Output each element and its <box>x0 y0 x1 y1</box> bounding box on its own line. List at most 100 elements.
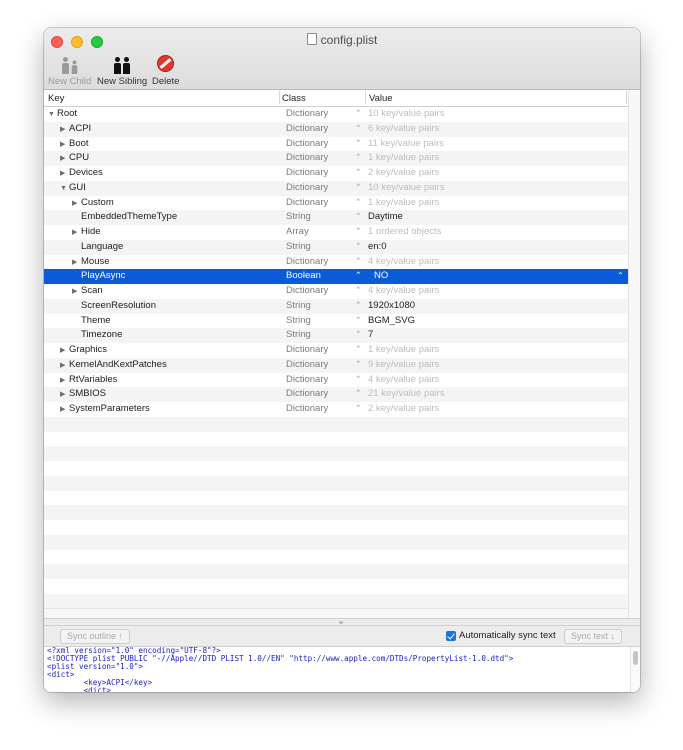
disclosure-triangle-closed-icon[interactable]: ▶ <box>60 359 69 374</box>
row-value: 2 key/value pairs <box>368 167 440 178</box>
new-child-button[interactable]: New Child <box>48 52 91 87</box>
xml-text-editor[interactable]: <?xml version="1.0" encoding="UTF-8"?> <!… <box>44 647 630 692</box>
scroll-thumb[interactable] <box>633 651 638 665</box>
row-key: ▶ Hide <box>72 225 101 241</box>
outline-row[interactable]: EmbeddedThemeType String ⌃ Daytime <box>44 210 628 225</box>
disclosure-triangle-closed-icon[interactable]: ▶ <box>60 403 69 418</box>
outline-row[interactable]: ▶ KernelAndKextPatches Dictionary ⌃ 9 key/va… <box>44 357 628 374</box>
outline-row[interactable]: ▶ Mouse Dictionary ⌃ 4 key/value pairs <box>44 255 628 270</box>
row-value[interactable]: en:0 <box>368 240 387 255</box>
disclosure-triangle-closed-icon[interactable]: ▶ <box>72 285 81 300</box>
outline-row[interactable]: ▶ SMBIOS Dictionary ⌃ 21 key/value pairs <box>44 387 628 402</box>
row-class-popup[interactable]: Dictionary <box>286 284 328 299</box>
row-value[interactable]: 1920x1080 <box>368 299 415 314</box>
outline-row[interactable]: ▶ Devices Dictionary ⌃ 2 key/value pairs <box>44 166 628 181</box>
xml-line: <plist version="1.0"> <box>47 662 144 672</box>
outline-row[interactable]: ▶ Scan Dictionary ⌃ 4 key/value pairs <box>44 284 628 299</box>
row-value: 6 key/value pairs <box>368 122 440 134</box>
row-class-popup[interactable]: Dictionary <box>286 122 328 137</box>
disclosure-triangle-closed-icon[interactable]: ▶ <box>60 374 69 389</box>
row-class-popup[interactable]: Dictionary <box>286 402 328 417</box>
delete-button[interactable]: Delete <box>152 52 179 87</box>
split-view-divider[interactable] <box>44 618 640 626</box>
outline-row[interactable]: Timezone String ⌃ 7 <box>44 328 628 343</box>
disclosure-triangle-open-icon[interactable]: ▼ <box>48 108 57 123</box>
row-class-popup[interactable]: Dictionary <box>286 166 328 181</box>
row-value: 1 key/value pairs <box>368 152 440 164</box>
row-class-popup[interactable]: String <box>286 299 311 314</box>
value-column-header[interactable]: Value <box>369 93 393 104</box>
disclosure-triangle-closed-icon[interactable]: ▶ <box>60 152 69 167</box>
outline-row[interactable]: ScreenResolution String ⌃ 1920x1080 <box>44 298 628 314</box>
row-class-popup[interactable]: Dictionary <box>286 387 328 402</box>
disclosure-triangle-closed-icon[interactable]: ▶ <box>72 256 81 271</box>
outline-row[interactable]: ▶ CPU Dictionary ⌃ 1 key/value pairs <box>44 151 628 166</box>
row-class-popup[interactable]: Dictionary <box>286 343 328 358</box>
xml-scrollbar[interactable] <box>630 647 640 692</box>
disclosure-triangle-closed-icon[interactable]: ▶ <box>60 138 69 153</box>
outline-scrollbar[interactable] <box>628 90 640 618</box>
disclosure-triangle-closed-icon[interactable]: ▶ <box>72 197 81 212</box>
disclosure-triangle-open-icon[interactable]: ▼ <box>60 182 69 197</box>
row-key: ▶ SystemParameters <box>60 402 150 418</box>
row-class-popup[interactable]: String <box>286 240 311 255</box>
row-key: EmbeddedThemeType <box>81 211 178 223</box>
disclosure-triangle-closed-icon[interactable]: ▶ <box>60 388 69 403</box>
row-class-popup[interactable]: Dictionary <box>286 255 328 270</box>
outline-row[interactable]: PlayAsync Boolean ⌃ NO ⌃ <box>44 269 628 284</box>
auto-sync-checkbox[interactable] <box>446 631 456 641</box>
row-class-popup[interactable]: Dictionary <box>286 373 328 388</box>
disclosure-triangle-closed-icon[interactable]: ▶ <box>60 344 69 359</box>
value-popup-icon[interactable]: ⌃ <box>617 269 624 284</box>
row-key: ▶ ACPI <box>60 122 91 138</box>
key-column-header[interactable]: Key <box>48 93 64 104</box>
outline-row[interactable]: ▶ Graphics Dictionary ⌃ 1 key/value pairs <box>44 343 628 358</box>
row-class-popup[interactable]: Array <box>286 225 309 240</box>
row-value[interactable]: Daytime <box>368 210 403 225</box>
empty-row <box>44 564 628 579</box>
new-sibling-icon <box>97 52 147 74</box>
row-class-popup[interactable]: String <box>286 328 311 343</box>
empty-row <box>44 550 628 565</box>
row-key: ▶ Graphics <box>60 343 107 359</box>
row-value[interactable]: 7 <box>368 328 373 343</box>
outline-row[interactable]: ▶ Boot Dictionary ⌃ 11 key/value pairs <box>44 137 628 152</box>
row-class-popup[interactable]: Dictionary <box>286 181 328 196</box>
outline-row[interactable]: ▶ SystemParameters Dictionary ⌃ 2 key/value … <box>44 402 628 417</box>
outline-row[interactable]: ▶ RtVariables Dictionary ⌃ 4 key/value pairs <box>44 373 628 388</box>
empty-row <box>44 491 628 506</box>
row-class-popup[interactable]: Dictionary <box>286 358 328 373</box>
row-value: 9 key/value pairs <box>368 358 440 370</box>
row-class-popup[interactable]: String <box>286 210 311 225</box>
row-class-popup[interactable]: Dictionary <box>286 151 328 166</box>
outline-row[interactable]: ▼ GUI Dictionary ⌃ 10 key/value pairs <box>44 180 628 197</box>
row-class-popup[interactable]: Dictionary <box>286 196 328 211</box>
delete-icon <box>157 55 175 72</box>
row-key: ▶ Boot <box>60 137 89 153</box>
outline-row[interactable]: ▼ Root Dictionary ⌃ 10 key/value pairs <box>44 107 628 122</box>
row-class-popup[interactable]: Boolean <box>286 269 321 284</box>
class-column-header[interactable]: Class <box>282 93 306 104</box>
class-stepper-icon[interactable]: ⌃ <box>355 401 362 419</box>
disclosure-triangle-closed-icon[interactable]: ▶ <box>72 226 81 241</box>
auto-sync-label: Automatically sync text <box>459 630 556 641</box>
disclosure-triangle-closed-icon[interactable]: ▶ <box>60 123 69 138</box>
row-value[interactable]: NO <box>374 269 388 284</box>
row-key: ▶ Custom <box>72 196 114 212</box>
outline-row[interactable]: ▶ Custom Dictionary ⌃ 1 key/value pairs <box>44 196 628 211</box>
outline-row[interactable]: ▶ Hide Array ⌃ 1 ordered objects <box>44 225 628 240</box>
empty-row <box>44 505 628 520</box>
row-value: 4 key/value pairs <box>368 285 440 296</box>
row-class-popup[interactable]: String <box>286 314 311 329</box>
outline-row[interactable]: ▶ ACPI Dictionary ⌃ 6 key/value pairs <box>44 121 628 138</box>
disclosure-triangle-closed-icon[interactable]: ▶ <box>60 167 69 182</box>
new-sibling-button[interactable]: New Sibling <box>97 52 147 87</box>
outline-view[interactable]: Key Class Value ▼ Root Dictionary ⌃ 10 key/v… <box>44 90 640 619</box>
sync-outline-button[interactable]: Sync outline ↑ <box>60 629 131 644</box>
row-value[interactable]: BGM_SVG <box>368 314 415 329</box>
row-class-popup[interactable]: Dictionary <box>286 107 328 122</box>
outline-row[interactable]: Theme String ⌃ BGM_SVG <box>44 314 628 329</box>
outline-row[interactable]: Language String ⌃ en:0 <box>44 239 628 255</box>
row-class-popup[interactable]: Dictionary <box>286 137 328 152</box>
sync-text-button[interactable]: Sync text ↓ <box>564 629 623 644</box>
